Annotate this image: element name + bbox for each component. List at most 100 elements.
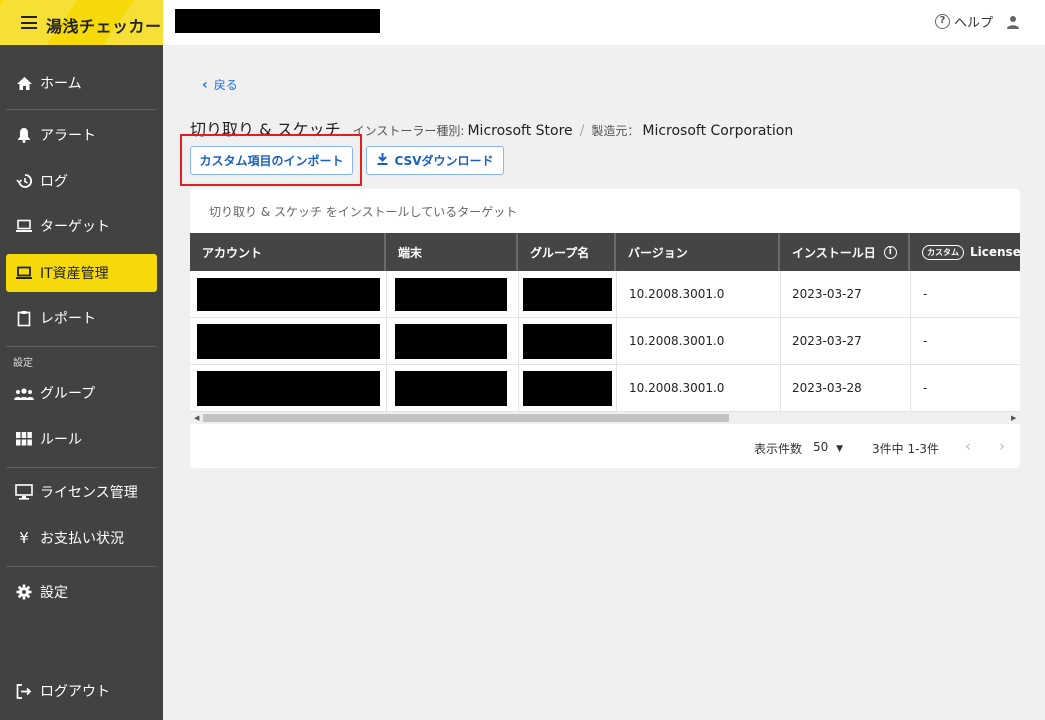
column-header-device[interactable]: 端末 bbox=[386, 233, 518, 271]
per-page-value: 50 bbox=[813, 440, 829, 454]
logout-icon bbox=[14, 682, 34, 700]
sidebar-item-settings[interactable]: 設定 bbox=[6, 573, 157, 611]
maker-value: Microsoft Corporation bbox=[642, 123, 794, 139]
laptop-icon bbox=[14, 264, 34, 282]
csv-download-button[interactable]: CSVダウンロード bbox=[366, 146, 504, 175]
cell-license: - bbox=[923, 381, 928, 395]
column-header-version[interactable]: バージョン bbox=[616, 233, 780, 271]
help-icon: ? bbox=[935, 14, 950, 29]
gear-icon bbox=[14, 583, 34, 601]
scroll-thumb[interactable] bbox=[203, 414, 729, 422]
sidebar-divider bbox=[6, 109, 157, 110]
cell-license: - bbox=[923, 287, 928, 301]
redacted-group bbox=[523, 324, 612, 359]
redacted-group bbox=[523, 278, 612, 311]
horizontal-scrollbar[interactable]: ◀ ▶ bbox=[190, 412, 1020, 424]
sidebar-item-it-assets[interactable]: IT資産管理 bbox=[6, 254, 157, 292]
grid-icon bbox=[14, 430, 34, 448]
column-header-group[interactable]: グループ名 bbox=[518, 233, 616, 271]
sidebar-item-alert[interactable]: アラート bbox=[6, 116, 157, 154]
chevron-left-icon: ‹ bbox=[202, 76, 208, 93]
scroll-right-icon[interactable]: ▶ bbox=[1011, 412, 1016, 424]
custom-badge: カスタム bbox=[922, 244, 964, 260]
next-page-icon[interactable]: › bbox=[999, 437, 1005, 455]
download-icon bbox=[377, 153, 388, 168]
top-bar: ? ヘルプ bbox=[163, 0, 1045, 45]
cell-version: 10.2008.3001.0 bbox=[629, 334, 725, 348]
sidebar-item-log[interactable]: ログ bbox=[6, 162, 157, 200]
cell-install-date: 2023-03-28 bbox=[792, 381, 862, 395]
per-page-select[interactable]: 50 ▼ bbox=[813, 440, 843, 454]
sidebar-item-label: グループ bbox=[40, 386, 96, 402]
csv-button-label: CSVダウンロード bbox=[394, 154, 494, 168]
sidebar-item-label: 設定 bbox=[40, 585, 68, 601]
redacted-device bbox=[395, 371, 507, 406]
sidebar-item-label: レポート bbox=[40, 311, 96, 327]
column-header-account[interactable]: アカウント bbox=[190, 233, 386, 271]
user-icon[interactable] bbox=[1006, 15, 1020, 29]
table-row[interactable]: 10.2008.3001.0 2023-03-27 - bbox=[190, 318, 1020, 365]
column-header-install-date[interactable]: インストール日 i bbox=[780, 233, 910, 271]
back-link[interactable]: ‹ 戻る bbox=[202, 76, 238, 93]
sidebar-divider bbox=[6, 346, 157, 347]
info-icon[interactable]: i bbox=[883, 245, 897, 259]
sidebar-divider bbox=[6, 566, 157, 567]
cell-license: - bbox=[923, 334, 928, 348]
back-label: 戻る bbox=[213, 78, 238, 92]
cell-version: 10.2008.3001.0 bbox=[629, 381, 725, 395]
column-label: 端末 bbox=[398, 245, 423, 260]
cell-install-date: 2023-03-27 bbox=[792, 334, 862, 348]
sidebar-item-logout[interactable]: ログアウト bbox=[6, 672, 157, 710]
clipboard-icon bbox=[14, 309, 34, 327]
sidebar-item-label: お支払い状況 bbox=[40, 531, 124, 547]
sidebar-item-report[interactable]: レポート bbox=[6, 299, 157, 337]
sidebar-item-label: IT資産管理 bbox=[40, 266, 109, 282]
column-label: License K bbox=[970, 245, 1020, 259]
help-link[interactable]: ? ヘルプ bbox=[935, 12, 993, 31]
laptop-icon bbox=[14, 217, 34, 235]
home-icon bbox=[14, 74, 34, 92]
sidebar-item-payment[interactable]: ¥ お支払い状況 bbox=[6, 519, 157, 557]
meta-separator: / bbox=[579, 123, 585, 139]
app-title: 湯浅チェッカー bbox=[46, 17, 162, 36]
brand-bar: 湯浅チェッカー bbox=[0, 0, 163, 45]
yen-icon: ¥ bbox=[19, 529, 29, 547]
cell-version: 10.2008.3001.0 bbox=[629, 287, 725, 301]
sidebar-item-label: ホーム bbox=[40, 76, 82, 92]
table-row[interactable]: 10.2008.3001.0 2023-03-27 - bbox=[190, 271, 1020, 318]
scroll-left-icon[interactable]: ◀ bbox=[194, 412, 199, 424]
sidebar-item-home[interactable]: ホーム bbox=[6, 64, 157, 102]
cell-install-date: 2023-03-27 bbox=[792, 287, 862, 301]
column-label: アカウント bbox=[202, 245, 263, 260]
group-icon bbox=[14, 384, 34, 402]
sidebar-item-label: ライセンス管理 bbox=[40, 485, 138, 501]
sidebar-item-group[interactable]: グループ bbox=[6, 374, 157, 412]
monitor-icon bbox=[14, 483, 34, 501]
maker-label: 製造元： bbox=[591, 124, 640, 138]
redacted-account bbox=[197, 278, 380, 311]
redacted-account bbox=[197, 371, 380, 406]
menu-icon[interactable] bbox=[21, 16, 37, 29]
redacted-account bbox=[197, 324, 380, 359]
sidebar-item-rule[interactable]: ルール bbox=[6, 420, 157, 458]
column-label: グループ名 bbox=[530, 245, 590, 260]
table-caption: 切り取り & スケッチ をインストールしているターゲット bbox=[209, 205, 518, 219]
caret-down-icon: ▼ bbox=[836, 444, 844, 454]
sidebar-item-target[interactable]: ターゲット bbox=[6, 207, 157, 245]
sidebar-item-label: ログ bbox=[40, 174, 68, 190]
sidebar-section-settings: 設定 bbox=[13, 358, 33, 369]
redacted-device bbox=[395, 278, 507, 311]
sidebar-item-label: ターゲット bbox=[40, 219, 110, 235]
sidebar-item-license[interactable]: ライセンス管理 bbox=[6, 473, 157, 511]
sidebar: 湯浅チェッカー ホーム アラート ログ ターゲット IT資産管理 レポート 設定… bbox=[0, 0, 163, 720]
targets-table-card: 切り取り & スケッチ をインストールしているターゲット アカウント 端末 グル… bbox=[190, 189, 1020, 468]
column-label: インストール日 bbox=[792, 245, 876, 260]
sidebar-item-label: ログアウト bbox=[40, 684, 110, 700]
table-row[interactable]: 10.2008.3001.0 2023-03-28 - bbox=[190, 365, 1020, 412]
redacted-field bbox=[175, 9, 380, 33]
bell-icon bbox=[14, 126, 34, 144]
column-header-license[interactable]: カスタム License K bbox=[910, 233, 1020, 271]
page-range-text: 3件中 1-3件 bbox=[872, 442, 940, 456]
prev-page-icon[interactable]: ‹ bbox=[965, 437, 971, 455]
redacted-device bbox=[395, 324, 507, 359]
